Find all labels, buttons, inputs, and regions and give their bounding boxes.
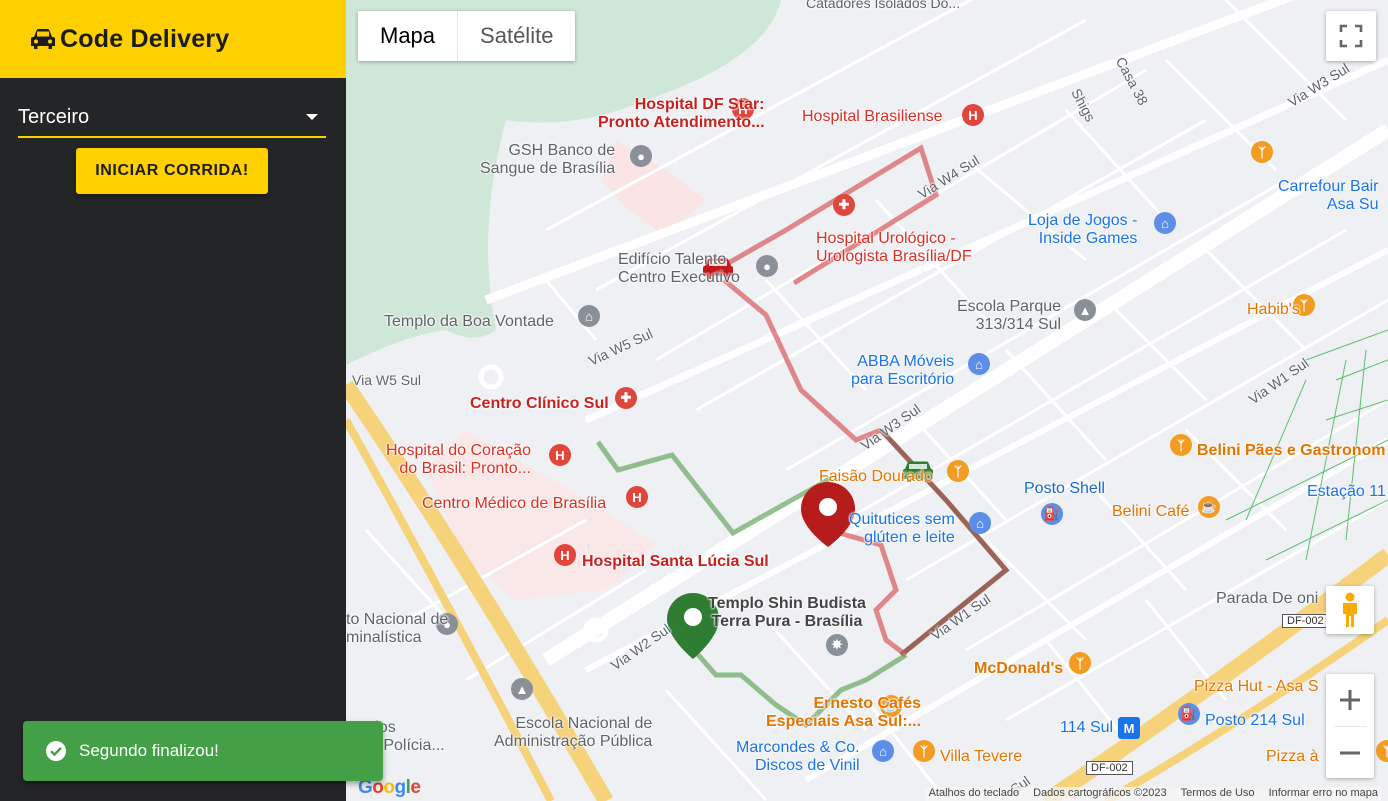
shopping-icon[interactable]: ⌂ <box>1154 212 1176 234</box>
map-label: Hospital Brasiliense <box>802 108 943 125</box>
map-label: Escola Parque 313/314 Sul <box>957 298 1062 333</box>
zoom-control <box>1326 674 1374 778</box>
map-label: Pizza à <box>1266 748 1319 765</box>
map-footer-links: Atalhos do teclado Dados cartográficos ©… <box>924 787 1382 801</box>
road-label: Via W5 Sul <box>352 372 421 388</box>
map-label: GSH Banco de Sangue de Brasília <box>480 142 616 177</box>
map-label: McDonald's <box>974 660 1064 677</box>
map-label: Hospital do Coração do Brasil: Pronto... <box>386 442 531 477</box>
map-label: Escola Nacional de Administração Pública <box>494 715 653 750</box>
place-icon[interactable]: ● <box>630 145 652 167</box>
map-footer: Atalhos do teclado Dados cartográficos ©… <box>346 787 1388 801</box>
map[interactable]: H H ● ✚ ● ⌂ ✚ H H H ⌂ ▲ ⌂ ᛉ ᛉ ᛉ ᛉ ⛽ ⌂ ☕ … <box>346 0 1388 801</box>
map-label: Carrefour Bair Asa Su <box>1278 178 1379 213</box>
report-error-link[interactable]: Informar erro no mapa <box>1269 787 1378 801</box>
car-icon <box>31 29 55 49</box>
map-label: Marcondes & Co. Discos de Vinil <box>736 739 860 774</box>
street-view-button[interactable] <box>1326 586 1374 634</box>
map-label: Hospital DF Star: Pronto Atendimento... <box>598 96 765 131</box>
road-sign: DF-002 <box>1282 614 1329 628</box>
route-select[interactable]: Terceiro <box>18 100 326 138</box>
temple-icon[interactable]: ✵ <box>826 634 848 656</box>
map-label: Ernesto Cafés Especiais Asa Sul:... <box>766 695 922 730</box>
map-label: Villa Tevere <box>940 748 1023 765</box>
zoom-in-button[interactable] <box>1326 674 1374 726</box>
gas-station-icon[interactable]: ⛽ <box>1178 703 1200 725</box>
map-label: ABBA Móveis para Escritório <box>851 353 955 388</box>
map-label: Habib's <box>1247 301 1300 318</box>
map-label: Templo da Boa Vontade <box>384 313 554 330</box>
map-label: Templo Shin Budista Terra Pura - Brasíli… <box>708 595 866 630</box>
map-label: Belini Café <box>1112 503 1190 520</box>
shopping-icon[interactable]: ⌂ <box>968 353 990 375</box>
map-data-label: Dados cartográficos ©2023 <box>1033 787 1167 799</box>
fullscreen-button[interactable] <box>1326 11 1376 61</box>
app-header: Code Delivery <box>0 0 346 78</box>
map-label: to Nacional de minalística <box>346 611 449 646</box>
zoom-out-button[interactable] <box>1326 727 1374 778</box>
map-label: Edifício Talento Centro Executivo <box>618 251 740 286</box>
restaurant-icon[interactable]: ᛉ <box>913 740 935 762</box>
map-label: Pizza Hut - Asa S <box>1194 678 1319 695</box>
map-label: Hospital Urológico - Urologista Brasília… <box>816 230 972 265</box>
map-label: Loja de Jogos - Inside Games <box>1028 212 1138 247</box>
hospital-icon[interactable]: H <box>554 544 576 566</box>
cafe-icon[interactable]: ☕ <box>1198 496 1220 518</box>
hospital-icon[interactable]: H <box>962 104 984 126</box>
map-label: Centro Médico de Brasília <box>422 495 607 512</box>
map-label: Belini Pães e Gastronom <box>1197 442 1386 459</box>
hospital-icon[interactable]: ✚ <box>833 194 855 216</box>
pegman-icon <box>1343 592 1357 627</box>
minus-icon <box>1340 751 1360 754</box>
restaurant-icon[interactable]: ᛉ <box>1251 141 1273 163</box>
check-circle-icon <box>46 741 66 761</box>
app-title: Code Delivery <box>60 24 230 53</box>
map-type-control: Mapa Satélite <box>358 11 576 61</box>
restaurant-icon[interactable]: ᛉ <box>1170 434 1192 456</box>
map-label: Centro Clínico Sul <box>470 395 609 412</box>
map-label: Faisão Dourado <box>819 468 933 485</box>
place-icon[interactable]: ● <box>756 255 778 277</box>
map-label: Hospital Santa Lúcia Sul <box>582 553 769 570</box>
clinic-icon[interactable]: ✚ <box>615 387 637 409</box>
toast-message: Segundo finalizou! <box>79 741 219 760</box>
toast-notification: Segundo finalizou! <box>23 721 383 781</box>
gas-station-icon[interactable]: ⛽ <box>1041 503 1063 525</box>
map-label: Parada De oni <box>1216 590 1319 607</box>
road-sign: DF-002 <box>1086 761 1133 775</box>
shopping-icon[interactable]: ⌂ <box>872 740 894 762</box>
map-label: Quitutices sem glúten e leite <box>849 511 955 546</box>
start-ride-button[interactable]: INICIAR CORRIDA! <box>76 148 268 194</box>
place-icon[interactable]: ⌂ <box>578 305 600 327</box>
route-select-value: Terceiro <box>18 106 90 128</box>
map-label: 114 Sul <box>1060 719 1114 736</box>
map-label: Posto 214 Sul <box>1205 712 1305 729</box>
map-label: Catadores Isolados Do... <box>806 0 961 11</box>
keyboard-shortcuts-link[interactable]: Atalhos do teclado <box>929 787 1020 801</box>
school-icon[interactable]: ▲ <box>1074 299 1096 321</box>
restaurant-icon[interactable]: ᛉ <box>947 460 969 482</box>
hospital-icon[interactable]: H <box>626 486 648 508</box>
school-icon[interactable]: ▲ <box>511 678 533 700</box>
map-label: Estação 11 <box>1307 483 1386 500</box>
plus-icon <box>1340 690 1360 710</box>
shopping-icon[interactable]: ⌂ <box>969 512 991 534</box>
map-type-map-button[interactable]: Mapa <box>358 11 459 61</box>
terms-link[interactable]: Termos de Uso <box>1181 787 1255 801</box>
hospital-icon[interactable]: H <box>549 444 571 466</box>
chevron-down-icon <box>306 114 318 120</box>
map-type-satellite-button[interactable]: Satélite <box>458 11 575 61</box>
restaurant-icon[interactable]: ᛉ <box>1069 652 1091 674</box>
map-label: Posto Shell <box>1024 480 1105 497</box>
sidebar: Code Delivery Terceiro INICIAR CORRIDA! <box>0 0 346 801</box>
fullscreen-icon <box>1339 24 1363 48</box>
metro-icon[interactable]: M <box>1118 717 1140 739</box>
